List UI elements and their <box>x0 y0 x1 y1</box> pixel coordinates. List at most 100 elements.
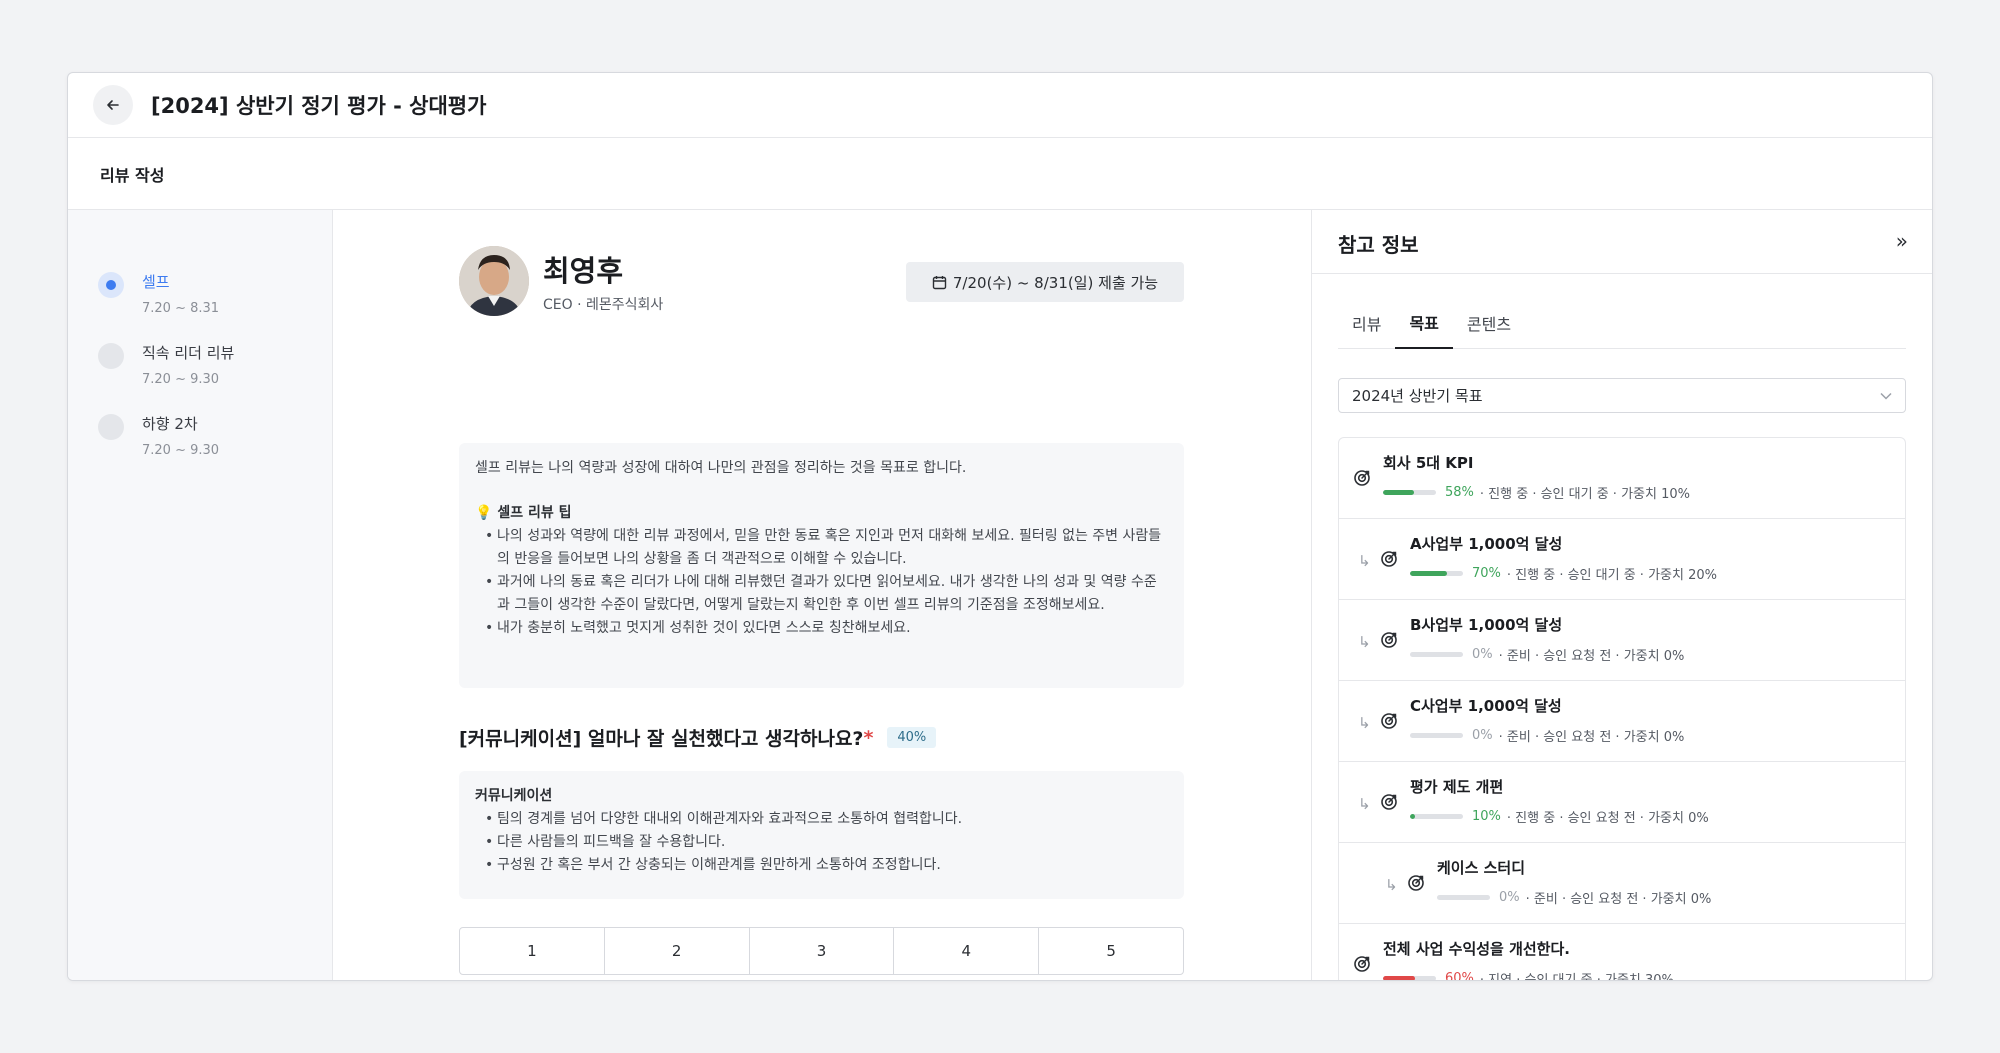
target-icon <box>1380 550 1398 572</box>
goal-name: 회사 5대 KPI <box>1383 454 1474 472</box>
required-mark: * <box>863 726 874 749</box>
criteria-title: 커뮤니케이션 <box>475 788 553 804</box>
double-chevron-right-icon[interactable]: » <box>1896 229 1908 253</box>
step-date: 7.20 ~ 9.30 <box>142 372 220 387</box>
goal-item[interactable]: ↳ 케이스 스터디 0% · 준비 · 승인 요청 전 · 가중치 0% <box>1339 843 1905 924</box>
goal-item[interactable]: ↳ C사업부 1,000억 달성 0% · 준비 · 승인 요청 전 · 가중치 0% <box>1339 681 1905 762</box>
reviewee-role: CEO · 레몬주식회사 <box>543 297 664 313</box>
evaluation-window: [2024] 상반기 정기 평가 - 상대평가 리뷰 작성 셀프 7.20 ~ … <box>67 72 1933 981</box>
goal-status: · 진행 중 · 승인 대기 중 · 가중치 20% <box>1506 568 1717 583</box>
step-downward-2nd[interactable]: 하향 2차 7.20 ~ 9.30 <box>98 414 219 458</box>
goal-name: A사업부 1,000억 달성 <box>1410 535 1563 553</box>
step-label: 직속 리더 리뷰 <box>142 344 235 362</box>
sub-goal-arrow-icon: ↳ <box>1358 633 1371 651</box>
goal-progress-fill <box>1383 976 1415 980</box>
target-icon <box>1353 469 1371 491</box>
calendar-icon <box>932 275 947 289</box>
rating-option-4[interactable]: 4 <box>894 928 1040 974</box>
goal-name: 평가 제도 개편 <box>1410 778 1504 796</box>
goal-status: · 지연 · 승인 대기 중 · 가중치 30% <box>1479 973 1674 981</box>
goal-progress-bar <box>1410 652 1463 657</box>
section-title: 리뷰 작성 <box>100 165 165 185</box>
goal-meta: 0% · 준비 · 승인 요청 전 · 가중치 0% <box>1410 645 1684 664</box>
goal-status: · 진행 중 · 승인 대기 중 · 가중치 10% <box>1479 487 1690 502</box>
goal-status: · 진행 중 · 승인 요청 전 · 가중치 0% <box>1506 811 1709 826</box>
question-header: [커뮤니케이션] 얼마나 잘 실천했다고 생각하나요? * 40% <box>459 724 937 751</box>
rating-option-3[interactable]: 3 <box>750 928 895 974</box>
rating-scale: 1 2 3 4 5 <box>459 927 1184 975</box>
reference-tabs: 리뷰 목표 콘텐츠 <box>1338 296 1906 349</box>
goal-progress-bar <box>1383 490 1436 495</box>
goal-status: · 준비 · 승인 요청 전 · 가중치 0% <box>1498 649 1685 664</box>
reviewee-profile: 최영후 CEO · 레몬주식회사 <box>459 246 663 316</box>
avatar <box>459 246 529 316</box>
arrow-left-icon <box>107 100 119 110</box>
rating-option-1[interactable]: 1 <box>460 928 605 974</box>
criteria-item: 팀의 경계를 넘어 다양한 대내외 이해관계자와 효과적으로 소통하여 협력합니… <box>475 808 1168 831</box>
goal-list: 회사 5대 KPI 58% · 진행 중 · 승인 대기 중 · 가중치 10% ↳ A… <box>1338 437 1906 981</box>
question-criteria: 커뮤니케이션 팀의 경계를 넘어 다양한 대내외 이해관계자와 효과적으로 소통… <box>459 771 1184 899</box>
rating-option-2[interactable]: 2 <box>605 928 750 974</box>
goal-progress-fill <box>1410 571 1448 576</box>
submission-period-button[interactable]: 7/20(수) ~ 8/31(일) 제출 가능 <box>906 262 1184 302</box>
goal-percent: 0% <box>1472 647 1493 662</box>
goal-progress-bar <box>1410 814 1463 819</box>
reference-panel: 참고 정보 » 리뷰 목표 콘텐츠 2024년 상반기 목표 회사 5대 KPI… <box>1311 210 1932 981</box>
target-icon <box>1380 712 1398 734</box>
chevron-down-icon <box>1880 392 1892 400</box>
goal-item[interactable]: 회사 5대 KPI 58% · 진행 중 · 승인 대기 중 · 가중치 10% <box>1339 438 1905 519</box>
goal-progress-fill <box>1410 814 1416 819</box>
tab-contents[interactable]: 콘텐츠 <box>1453 296 1525 349</box>
target-icon <box>1380 793 1398 815</box>
target-icon <box>1353 955 1371 977</box>
goal-progress-bar <box>1410 733 1463 738</box>
goal-item[interactable]: ↳ A사업부 1,000억 달성 70% · 진행 중 · 승인 대기 중 · 가중치… <box>1339 519 1905 600</box>
submission-period-label: 7/20(수) ~ 8/31(일) 제출 가능 <box>952 273 1159 292</box>
reference-header: 참고 정보 » <box>1312 210 1932 274</box>
criteria-item: 구성원 간 혹은 부서 간 상충되는 이해관계를 원만하게 소통하여 조정합니다… <box>475 854 1168 877</box>
goal-meta: 0% · 준비 · 승인 요청 전 · 가중치 0% <box>1410 726 1684 745</box>
sub-goal-arrow-icon: ↳ <box>1358 552 1371 570</box>
reference-title: 참고 정보 <box>1338 233 1419 257</box>
step-date: 7.20 ~ 9.30 <box>142 443 220 458</box>
goal-percent: 0% <box>1499 890 1520 905</box>
goal-period-select[interactable]: 2024년 상반기 목표 <box>1338 378 1906 413</box>
goal-item[interactable]: 전체 사업 수익성을 개선한다. 60% · 지연 · 승인 대기 중 · 가중치 … <box>1339 924 1905 981</box>
sub-goal-arrow-icon: ↳ <box>1358 795 1371 813</box>
self-review-guide: 셀프 리뷰는 나의 역량과 성장에 대하여 나만의 관점을 정리하는 것을 목표… <box>459 443 1184 688</box>
goal-item[interactable]: ↳ B사업부 1,000억 달성 0% · 준비 · 승인 요청 전 · 가중치 0% <box>1339 600 1905 681</box>
question-title: [커뮤니케이션] 얼마나 잘 실천했다고 생각하나요? <box>459 728 864 750</box>
goal-status: · 준비 · 승인 요청 전 · 가중치 0% <box>1525 892 1712 907</box>
goal-meta: 10% · 진행 중 · 승인 요청 전 · 가중치 0% <box>1410 807 1709 826</box>
tip-title: 셀프 리뷰 팁 <box>497 505 572 521</box>
goal-percent: 60% <box>1445 971 1474 981</box>
rating-option-5[interactable]: 5 <box>1039 928 1183 974</box>
goal-meta: 0% · 준비 · 승인 요청 전 · 가중치 0% <box>1437 888 1711 907</box>
sub-goal-arrow-icon: ↳ <box>1358 714 1371 732</box>
goal-name: 케이스 스터디 <box>1437 859 1526 877</box>
tab-goals[interactable]: 목표 <box>1395 296 1453 349</box>
step-leader-review[interactable]: 직속 리더 리뷰 7.20 ~ 9.30 <box>98 343 234 387</box>
tab-review[interactable]: 리뷰 <box>1338 296 1395 349</box>
review-form: 최영후 CEO · 레몬주식회사 7/20(수) ~ 8/31(일) 제출 가능… <box>333 210 1311 980</box>
tip-item: 내가 충분히 노력했고 멋지게 성취한 것이 있다면 스스로 칭찬해보세요. <box>475 617 1168 640</box>
goal-percent: 0% <box>1472 728 1493 743</box>
goal-status: · 준비 · 승인 요청 전 · 가중치 0% <box>1498 730 1685 745</box>
review-steps-sidebar: 셀프 7.20 ~ 8.31 직속 리더 리뷰 7.20 ~ 9.30 하향 2… <box>68 210 333 980</box>
goal-percent: 10% <box>1472 809 1501 824</box>
page-title: [2024] 상반기 정기 평가 - 상대평가 <box>151 94 487 118</box>
tip-item: 나의 성과와 역량에 대한 리뷰 과정에서, 믿을 만한 동료 혹은 지인과 먼… <box>475 525 1168 571</box>
sub-goal-arrow-icon: ↳ <box>1385 876 1398 894</box>
goal-name: B사업부 1,000억 달성 <box>1410 616 1563 634</box>
step-date: 7.20 ~ 8.31 <box>142 301 220 316</box>
step-indicator <box>98 343 124 369</box>
step-self[interactable]: 셀프 7.20 ~ 8.31 <box>98 272 219 316</box>
goal-progress-bar <box>1437 895 1490 900</box>
back-button[interactable] <box>93 85 133 125</box>
step-label: 하향 2차 <box>142 415 198 433</box>
reviewee-name: 최영후 <box>543 254 624 288</box>
goal-percent: 70% <box>1472 566 1501 581</box>
goal-item[interactable]: ↳ 평가 제도 개편 10% · 진행 중 · 승인 요청 전 · 가중치 0% <box>1339 762 1905 843</box>
goal-meta: 58% · 진행 중 · 승인 대기 중 · 가중치 10% <box>1383 483 1690 502</box>
sub-header: 리뷰 작성 <box>68 138 1932 210</box>
